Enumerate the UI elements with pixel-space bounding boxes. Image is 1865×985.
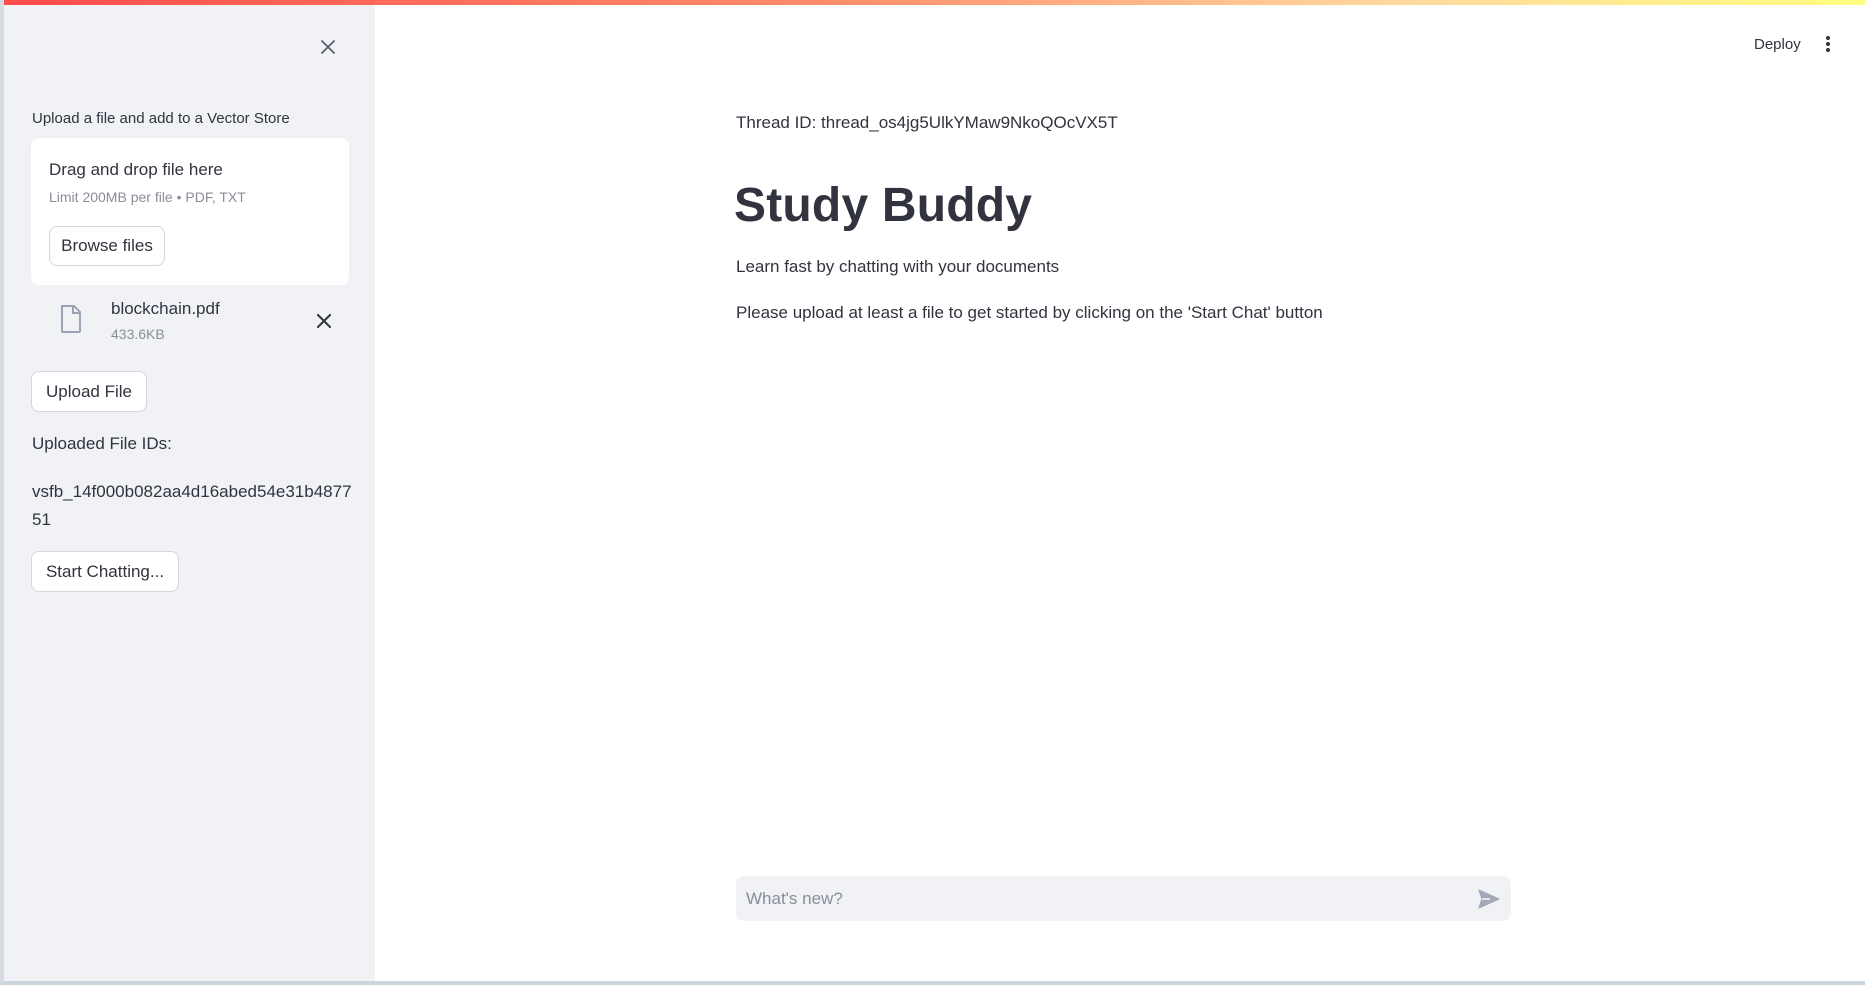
page-title: Study Buddy <box>734 179 1033 232</box>
send-button[interactable] <box>1476 886 1502 912</box>
uploaded-file-id: vsfb_14f000b082aa4d16abed54e31b487751 <box>32 482 352 529</box>
close-icon <box>317 314 331 328</box>
thread-id-text: Thread ID: thread_os4jg5UlkYMaw9NkoQOcVX… <box>736 113 1118 132</box>
browse-files-button[interactable]: Browse files <box>49 226 165 266</box>
sidebar-close-button[interactable] <box>313 32 343 62</box>
file-dropzone[interactable]: Drag and drop file here Limit 200MB per … <box>31 138 349 285</box>
chat-input[interactable] <box>746 876 1446 921</box>
send-icon <box>1478 889 1500 909</box>
page-subtitle: Learn fast by chatting with your documen… <box>736 257 1060 276</box>
sidebar: Upload a file and add to a Vector Store … <box>4 0 375 981</box>
top-decoration-bar <box>4 0 1865 5</box>
close-icon <box>321 40 335 54</box>
uploaded-file-item: blockchain.pdf 433.6KB <box>31 292 349 352</box>
file-size: 433.6KB <box>111 326 165 342</box>
instructions-text: Please upload at least a file to get sta… <box>736 303 1323 322</box>
file-name: blockchain.pdf <box>111 299 220 318</box>
dropzone-title: Drag and drop file here <box>49 160 223 179</box>
vertical-ellipsis-icon <box>1826 36 1830 52</box>
file-icon <box>61 305 81 333</box>
start-chatting-button[interactable]: Start Chatting... <box>31 551 179 592</box>
dropzone-limit-text: Limit 200MB per file • PDF, TXT <box>49 189 246 205</box>
uploader-label: Upload a file and add to a Vector Store <box>32 110 290 127</box>
remove-file-button[interactable] <box>311 308 337 334</box>
uploaded-file-ids-label: Uploaded File IDs: <box>32 434 172 453</box>
chat-input-container <box>736 876 1511 921</box>
main-menu-button[interactable] <box>1814 30 1842 58</box>
deploy-button[interactable]: Deploy <box>1742 30 1813 58</box>
upload-file-button[interactable]: Upload File <box>31 371 147 412</box>
